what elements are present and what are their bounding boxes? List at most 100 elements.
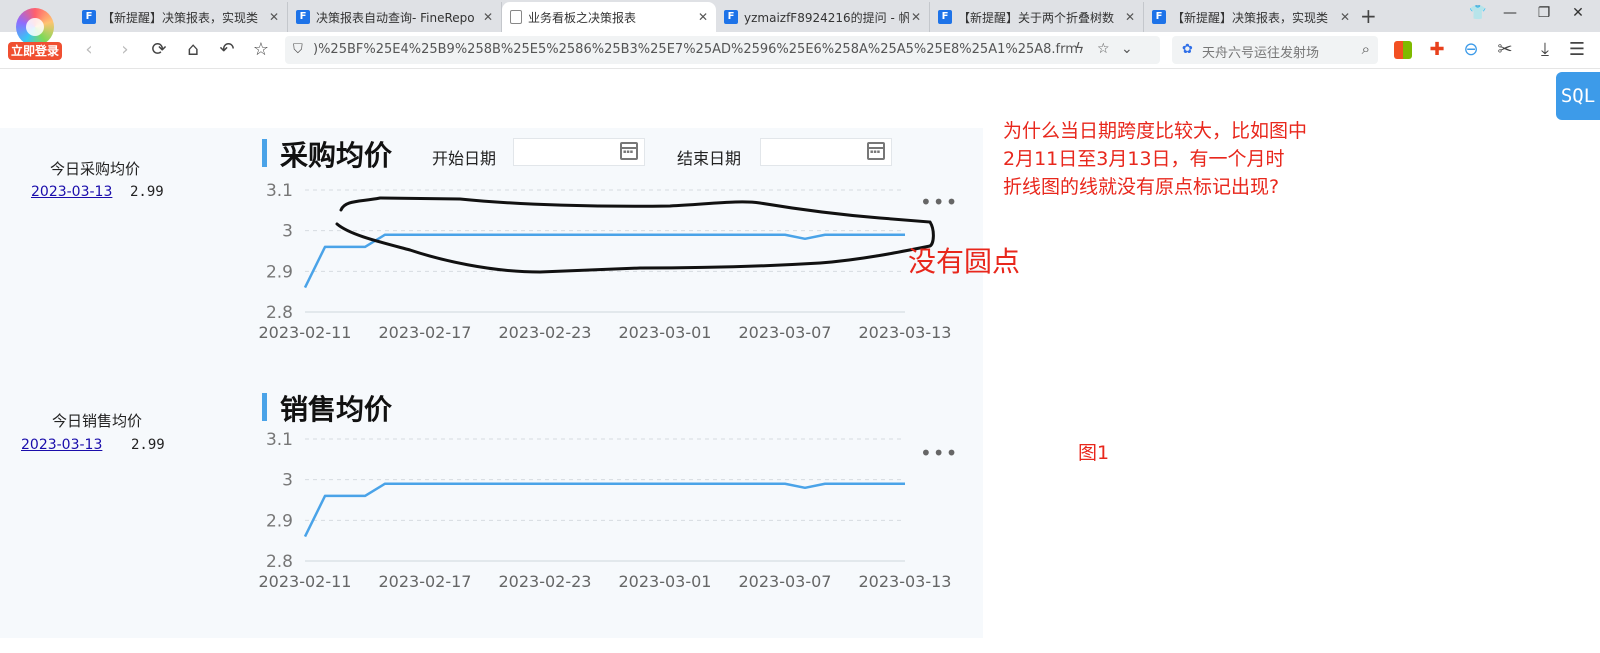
annotation-question-line: 2月11日至3月13日，有一个月时 [1003,148,1285,170]
back-icon[interactable]: ‹ [78,39,100,60]
y-tick-label: 2.9 [266,262,293,282]
purchase-chart-title: 采购均价 [280,139,393,172]
game-icon[interactable]: ✚ [1426,39,1448,60]
close-window-icon[interactable]: ✕ [1568,5,1588,21]
tab-strip: F 【新提醒】决策报表，实现类 ✕ F 决策报表自动查询- FineRepo ✕… [0,0,1600,32]
purchase-line-chart: 2.8 2.9 3 3.1 2023-02-11 2023-02-17 2023-02-23… [259,181,952,342]
x-tick-label: 2023-03-13 [859,323,952,342]
series-line [303,482,905,538]
sales-line-chart: 2.8 2.9 3 3.1 2023-02-11 2023-02-17 2023-02-23… [259,430,952,591]
minimize-icon[interactable]: — [1500,5,1520,21]
menu-icon[interactable]: ☰ [1566,39,1588,60]
y-tick-label: 3 [282,471,293,491]
baidu-paw-icon: ✿ [1182,42,1193,57]
url-text[interactable]: )%25BF%25E4%25B9%258B%25E5%2586%25B3%25E… [313,42,1083,57]
browser-tab[interactable]: F 【新提醒】决策报表，实现类 ✕ [74,2,288,32]
section-accent-bar [262,139,267,167]
end-date-input[interactable] [760,138,892,166]
finereport-favicon-icon: F [724,10,738,24]
x-tick-label: 2023-02-23 [499,323,592,342]
x-tick-label: 2023-02-23 [499,572,592,591]
sql-button[interactable]: SQL [1556,72,1600,120]
undo-icon[interactable]: ↶ [216,39,238,60]
series-line [303,233,905,289]
browser-tab[interactable]: F 决策报表自动查询- FineRepo ✕ [288,2,502,32]
y-tick-label: 3.1 [266,181,293,201]
x-tick-label: 2023-03-01 [619,572,712,591]
close-tab-icon[interactable]: ✕ [909,10,923,24]
annotation-question-line: 折线图的线就没有原点标记出现? [1003,176,1280,198]
scissors-icon[interactable]: ✂ [1494,39,1516,60]
new-tab-icon[interactable]: + [1360,4,1377,28]
y-tick-label: 3 [282,222,293,242]
x-tick-label: 2023-02-11 [259,323,352,342]
section-accent-bar [262,393,267,421]
x-tick-label: 2023-03-07 [739,572,832,591]
search-placeholder: 天舟六号运往发射场 [1202,46,1320,61]
calendar-icon[interactable] [620,142,638,160]
browser-logo-icon [16,8,54,46]
annotation-question: 为什么当日期跨度比较大，比如图中 2月11日至3月13日，有一个月时 折线图的线… [1003,117,1307,201]
y-tick-label: 2.8 [266,552,293,572]
close-tab-icon[interactable]: ✕ [1123,10,1137,24]
calendar-icon[interactable] [867,142,885,160]
finereport-favicon-icon: F [1152,10,1166,24]
y-tick-label: 2.8 [266,303,293,323]
skin-icon[interactable]: 👕 [1468,5,1488,21]
today-purchase-title: 今日采购均价 [50,160,141,178]
finereport-favicon-icon: F [296,10,310,24]
annotation-question-line: 为什么当日期跨度比较大，比如图中 [1003,120,1308,142]
x-tick-label: 2023-02-11 [259,572,352,591]
dropdown-chevron-icon[interactable]: ⌄ [1121,41,1133,57]
browser-tab-active[interactable]: 业务看板之决策报表 ✕ [502,2,716,32]
search-box[interactable]: ✿ 天舟六号运往发射场 ⌕ [1172,36,1378,64]
end-date-label: 结束日期 [677,149,742,168]
close-tab-icon[interactable]: ✕ [696,10,710,24]
download-icon[interactable]: ⤓ [1534,39,1556,60]
restore-icon[interactable]: ❐ [1534,5,1554,21]
annotation-figure-label: 图1 [1078,442,1110,464]
browser-tab[interactable]: F 【新提醒】关于两个折叠树数 ✕ [930,2,1144,32]
today-purchase-value: 2.99 [130,184,164,200]
search-icon[interactable]: ⌕ [1362,40,1370,58]
minus-circle-icon[interactable]: ⊖ [1460,39,1482,60]
apps-grid-icon[interactable] [1394,41,1412,59]
home-icon[interactable]: ⌂ [182,39,204,60]
forward-icon[interactable]: › [114,39,136,60]
close-tab-icon[interactable]: ✕ [481,10,495,24]
close-tab-icon[interactable]: ✕ [1338,10,1352,24]
finereport-favicon-icon: F [938,10,952,24]
tab-title: yzmaizfF8924216的提问 - 帆 [744,10,909,25]
today-sales-date-link[interactable]: 2023-03-13 [21,437,102,453]
address-bar[interactable]: ⛉ )%25BF%25E4%25B9%258B%25E5%2586%25B3%2… [285,36,1160,64]
today-purchase-date-link[interactable]: 2023-03-13 [31,184,112,200]
x-tick-label: 2023-03-01 [619,323,712,342]
x-tick-label: 2023-03-13 [859,572,952,591]
browser-toolbar: ‹ › ⟳ ⌂ ↶ ☆ ⛉ )%25BF%25E4%25B9%258B%25E5… [0,32,1600,69]
today-sales-value: 2.99 [131,437,165,453]
browser-logo[interactable]: 立即登录 [8,6,62,62]
start-date-input[interactable] [513,138,645,166]
lightning-icon[interactable]: ϟ [1075,41,1084,57]
browser-tab[interactable]: F yzmaizfF8924216的提问 - 帆 ✕ [716,2,930,32]
security-shield-icon: ⛉ [293,42,303,57]
login-button[interactable]: 立即登录 [8,42,62,60]
bookmark-star-icon[interactable]: ☆ [250,39,272,60]
annotation-no-dot: 没有圆点 [908,245,1021,278]
x-tick-label: 2023-03-07 [739,323,832,342]
browser-tab[interactable]: F 【新提醒】决策报表，实现类 ✕ [1144,2,1358,32]
today-sales-title: 今日销售均价 [52,412,143,430]
tab-title: 【新提醒】决策报表，实现类 [1172,10,1329,25]
x-tick-label: 2023-02-17 [379,572,472,591]
close-tab-icon[interactable]: ✕ [267,10,281,24]
x-tick-label: 2023-02-17 [379,323,472,342]
reload-icon[interactable]: ⟳ [148,39,170,60]
tab-title: 【新提醒】关于两个折叠树数 [958,10,1115,25]
start-date-label: 开始日期 [432,149,497,168]
favorite-star-icon[interactable]: ☆ [1097,41,1110,57]
y-tick-label: 2.9 [266,511,293,531]
document-favicon-icon [510,10,522,24]
tab-title: 【新提醒】决策报表，实现类 [102,10,259,25]
sales-chart-title: 销售均价 [280,393,393,426]
y-tick-label: 3.1 [266,430,293,450]
